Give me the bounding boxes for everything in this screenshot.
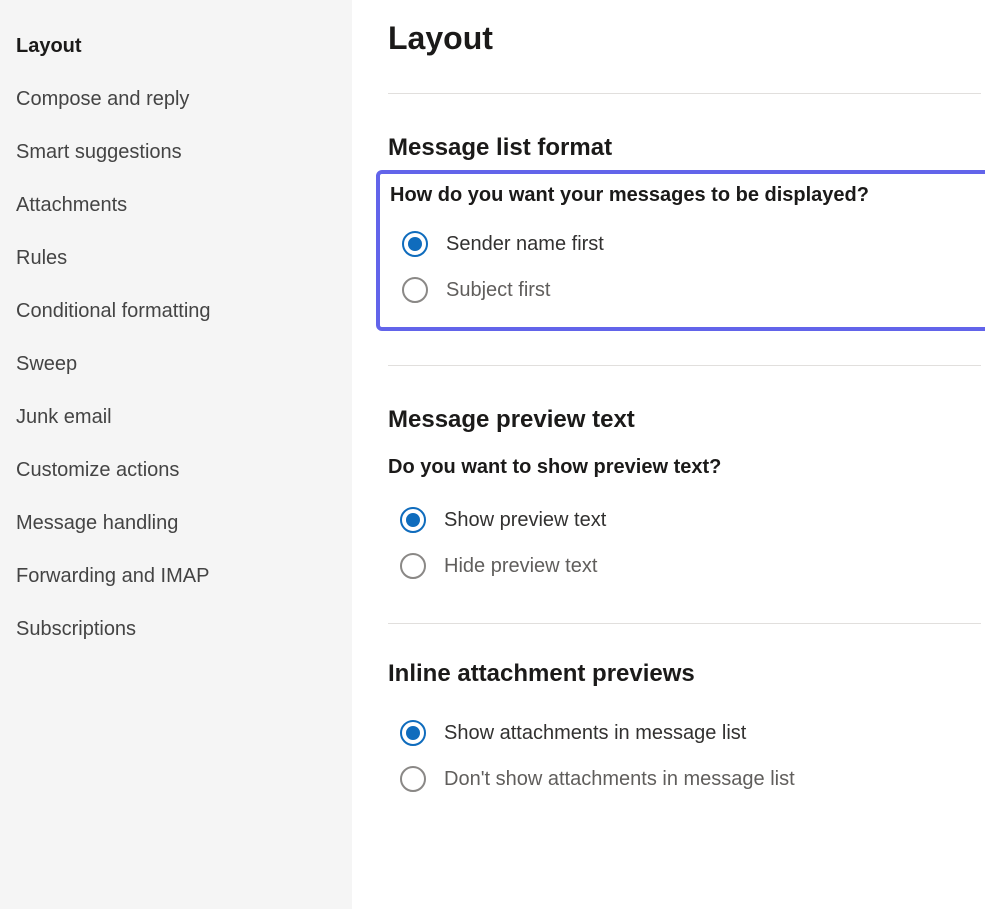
- radio-hide-attachments[interactable]: Don't show attachments in message list: [388, 756, 981, 802]
- radio-label: Sender name first: [446, 233, 604, 256]
- sidebar-item-junk-email[interactable]: Junk email: [0, 391, 352, 444]
- sidebar-item-conditional-formatting[interactable]: Conditional formatting: [0, 285, 352, 338]
- radio-show-preview-text[interactable]: Show preview text: [388, 497, 981, 543]
- radio-icon: [400, 766, 426, 792]
- sidebar-item-label: Message handling: [16, 512, 178, 534]
- radio-label: Subject first: [446, 279, 550, 302]
- radio-label: Show attachments in message list: [444, 722, 746, 745]
- sidebar-item-label: Junk email: [16, 406, 112, 428]
- sidebar-item-message-handling[interactable]: Message handling: [0, 497, 352, 550]
- sidebar-item-attachments[interactable]: Attachments: [0, 179, 352, 232]
- sidebar-item-compose-reply[interactable]: Compose and reply: [0, 73, 352, 126]
- settings-sidebar: Layout Compose and reply Smart suggestio…: [0, 0, 352, 909]
- radio-icon: [402, 277, 428, 303]
- section-title: Message list format: [388, 134, 981, 162]
- sidebar-item-label: Forwarding and IMAP: [16, 565, 209, 587]
- sidebar-item-label: Compose and reply: [16, 88, 189, 110]
- radio-subject-first[interactable]: Subject first: [388, 267, 981, 313]
- settings-main: Layout Message list format How do you wa…: [352, 0, 985, 909]
- section-inline-attachment-previews: Inline attachment previews Show attachme…: [388, 624, 981, 812]
- sidebar-item-label: Rules: [16, 247, 67, 269]
- sidebar-item-rules[interactable]: Rules: [0, 232, 352, 285]
- section-message-preview-text: Message preview text Do you want to show…: [388, 366, 981, 623]
- section-message-list-format: Message list format How do you want your…: [388, 94, 981, 365]
- setting-question: How do you want your messages to be disp…: [388, 184, 981, 207]
- sidebar-item-forwarding-imap[interactable]: Forwarding and IMAP: [0, 550, 352, 603]
- section-title: Message preview text: [388, 406, 981, 434]
- radio-sender-name-first[interactable]: Sender name first: [388, 221, 981, 267]
- radio-label: Hide preview text: [444, 555, 597, 578]
- sidebar-item-label: Customize actions: [16, 459, 179, 481]
- sidebar-item-label: Subscriptions: [16, 618, 136, 640]
- sidebar-item-label: Smart suggestions: [16, 141, 182, 163]
- sidebar-item-label: Sweep: [16, 353, 77, 375]
- setting-question: Do you want to show preview text?: [388, 456, 981, 479]
- radio-show-attachments[interactable]: Show attachments in message list: [388, 710, 981, 756]
- sidebar-item-subscriptions[interactable]: Subscriptions: [0, 603, 352, 656]
- sidebar-item-label: Conditional formatting: [16, 300, 211, 322]
- sidebar-item-label: Attachments: [16, 194, 127, 216]
- sidebar-item-customize-actions[interactable]: Customize actions: [0, 444, 352, 497]
- highlighted-setting-box: How do you want your messages to be disp…: [376, 170, 985, 331]
- radio-icon: [400, 553, 426, 579]
- radio-icon: [402, 231, 428, 257]
- radio-label: Show preview text: [444, 509, 606, 532]
- sidebar-item-label: Layout: [16, 35, 82, 57]
- section-title: Inline attachment previews: [388, 660, 981, 688]
- sidebar-item-layout[interactable]: Layout: [0, 20, 352, 73]
- sidebar-item-sweep[interactable]: Sweep: [0, 338, 352, 391]
- radio-icon: [400, 507, 426, 533]
- radio-icon: [400, 720, 426, 746]
- radio-hide-preview-text[interactable]: Hide preview text: [388, 543, 981, 589]
- radio-label: Don't show attachments in message list: [444, 768, 795, 791]
- sidebar-item-smart-suggestions[interactable]: Smart suggestions: [0, 126, 352, 179]
- page-title: Layout: [388, 20, 981, 57]
